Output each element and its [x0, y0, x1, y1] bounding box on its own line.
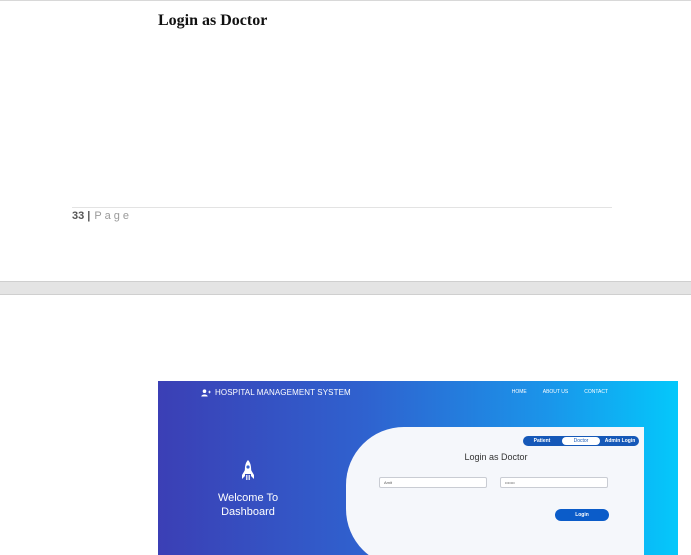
- welcome-line-1: Welcome To: [217, 492, 279, 504]
- document-page-bottom: HOSPITAL MANAGEMENT SYSTEM HOME ABOUT US…: [0, 295, 691, 555]
- app-screenshot: HOSPITAL MANAGEMENT SYSTEM HOME ABOUT US…: [158, 381, 678, 555]
- username-field[interactable]: Amit: [379, 477, 487, 488]
- top-nav: HOME ABOUT US CONTACT: [512, 389, 608, 395]
- page-break: [0, 281, 691, 295]
- tab-admin-login[interactable]: Admin Login: [601, 437, 639, 445]
- page-label: Page: [94, 210, 133, 222]
- login-card: Patient Doctor Admin Login Login as Doct…: [346, 427, 644, 555]
- user-plus-icon: [201, 388, 211, 397]
- rocket-icon: [198, 459, 298, 483]
- role-tabs: Patient Doctor Admin Login: [523, 436, 639, 446]
- document-page-top: Login as Doctor 33 | Page: [0, 0, 691, 281]
- footer-separator: |: [87, 210, 91, 222]
- login-button[interactable]: Login: [555, 509, 609, 521]
- welcome-line-2: Dashboard: [221, 506, 275, 518]
- brand-title: HOSPITAL MANAGEMENT SYSTEM: [215, 388, 351, 397]
- nav-about-us[interactable]: ABOUT US: [543, 389, 568, 395]
- tab-doctor[interactable]: Doctor: [562, 437, 600, 445]
- page-footer: 33 | Page: [72, 210, 132, 222]
- nav-contact[interactable]: CONTACT: [584, 389, 608, 395]
- footer-divider: [72, 207, 612, 208]
- section-heading: Login as Doctor: [158, 12, 268, 29]
- nav-home[interactable]: HOME: [512, 389, 527, 395]
- tab-patient[interactable]: Patient: [523, 437, 561, 445]
- page-number: 33: [72, 210, 85, 222]
- login-title: Login as Doctor: [464, 452, 528, 462]
- brand[interactable]: HOSPITAL MANAGEMENT SYSTEM: [201, 388, 351, 397]
- password-field[interactable]: •••••••: [500, 477, 608, 488]
- welcome-panel: Welcome To Dashboard: [198, 459, 298, 519]
